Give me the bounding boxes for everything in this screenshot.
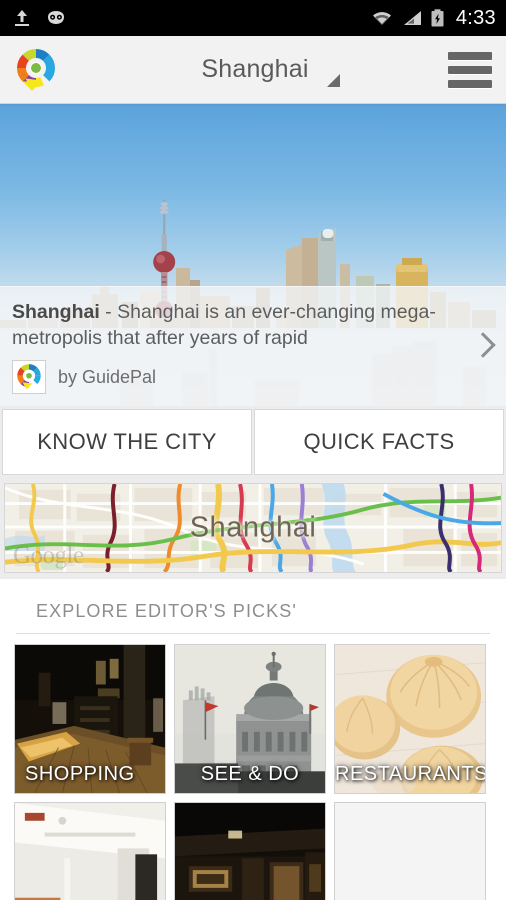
know-the-city-button[interactable]: KNOW THE CITY [2, 409, 252, 475]
hero-separator: - [99, 301, 118, 323]
tile-label-see-and-do: SEE & DO [200, 763, 300, 785]
cyanogenmod-icon [48, 11, 64, 24]
hamburger-bar [448, 65, 492, 74]
status-bar-left-icons [12, 8, 68, 28]
hero-byline: by GuidePal [12, 360, 456, 394]
tile-dark-lounge[interactable] [174, 802, 326, 900]
quick-facts-button[interactable]: QUICK FACTS [254, 409, 504, 475]
dropdown-triangle-icon[interactable] [327, 74, 340, 87]
empty-placeholder [335, 803, 485, 900]
tile-label-restaurants: RESTAURANTS [335, 763, 486, 785]
hero-title: Shanghai [12, 301, 100, 323]
hamburger-bar [448, 51, 492, 60]
info-button-row: KNOW THE CITY QUICK FACTS [0, 406, 506, 479]
clock: 4:33 [455, 6, 496, 29]
chevron-right-icon[interactable] [472, 330, 494, 364]
action-bar: Shanghai [0, 36, 506, 104]
hamburger-menu-icon[interactable] [448, 51, 492, 88]
tile-restaurants[interactable]: RESTAURANTS [334, 644, 486, 794]
hero-byline-label: by GuidePal [58, 366, 157, 387]
dark-lounge-interior-image [175, 803, 325, 900]
guidepal-logo-icon[interactable] [10, 44, 62, 96]
status-bar-right-icons: 4:33 [370, 7, 496, 30]
hero-overlay[interactable]: Shanghai - Shanghai is an ever-changing … [0, 286, 506, 406]
explore-tile-grid: SHOPPING SEE & DO RESTAURANTS [0, 634, 506, 900]
tile-white-room[interactable] [14, 802, 166, 900]
page-title: Shanghai [201, 55, 309, 83]
content-scroll-area[interactable]: Shanghai - Shanghai is an ever-changing … [0, 104, 506, 900]
explore-section: EXPLORE EDITOR'S PICKS' SHOPPING SEE & D… [0, 579, 506, 900]
signal-icon [403, 11, 421, 25]
upload-icon [15, 10, 29, 26]
google-watermark: Google [13, 542, 84, 569]
map-section: Shanghai Google [0, 479, 506, 579]
explore-section-heading: EXPLORE EDITOR'S PICKS' [16, 579, 490, 634]
tile-shopping[interactable]: SHOPPING [14, 644, 166, 794]
hero-description: Shanghai - Shanghai is an ever-changing … [12, 299, 456, 351]
status-bar: 4:33 [0, 0, 506, 36]
map-city-label: Shanghai [189, 511, 317, 544]
map-card[interactable]: Shanghai Google [4, 483, 502, 573]
wifi-icon [372, 12, 391, 25]
tile-label-shopping: SHOPPING [25, 763, 135, 785]
guidepal-logo-icon [12, 360, 46, 394]
tile-placeholder[interactable] [334, 802, 486, 900]
tile-see-and-do[interactable]: SEE & DO [174, 644, 326, 794]
hero-card[interactable]: Shanghai - Shanghai is an ever-changing … [0, 104, 506, 406]
hamburger-bar [448, 79, 492, 88]
action-bar-title-area[interactable]: Shanghai [62, 36, 448, 103]
white-room-interior-image [15, 803, 165, 900]
battery-charging-icon [431, 9, 444, 27]
